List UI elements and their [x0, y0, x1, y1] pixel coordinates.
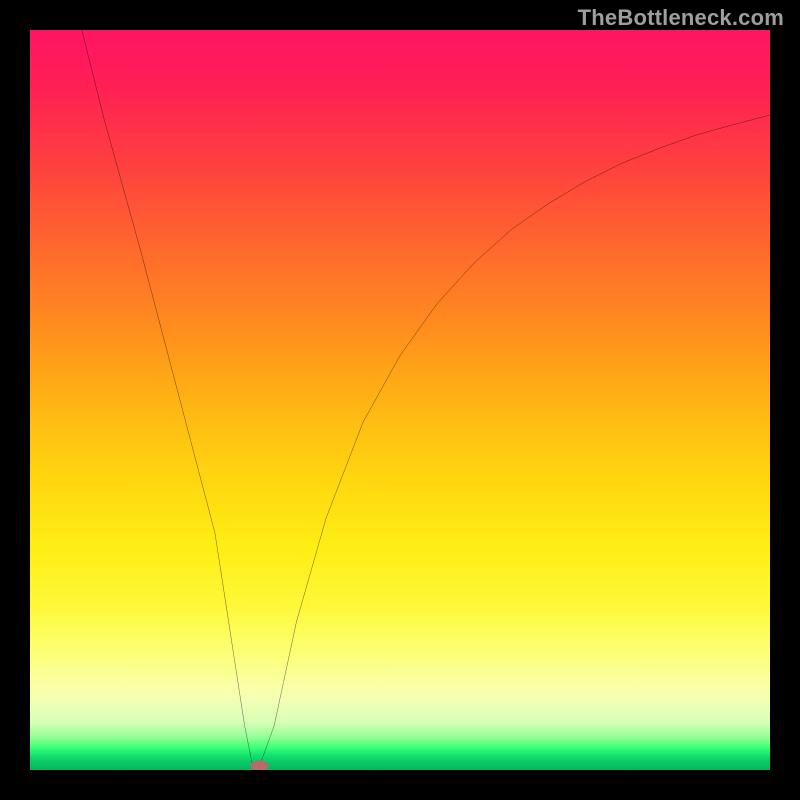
bottleneck-curve	[30, 30, 770, 770]
plot-area	[30, 30, 770, 770]
minimum-marker	[251, 760, 269, 770]
watermark-text: TheBottleneck.com	[578, 5, 784, 31]
chart-frame: TheBottleneck.com	[0, 0, 800, 800]
curve-path	[82, 30, 770, 766]
